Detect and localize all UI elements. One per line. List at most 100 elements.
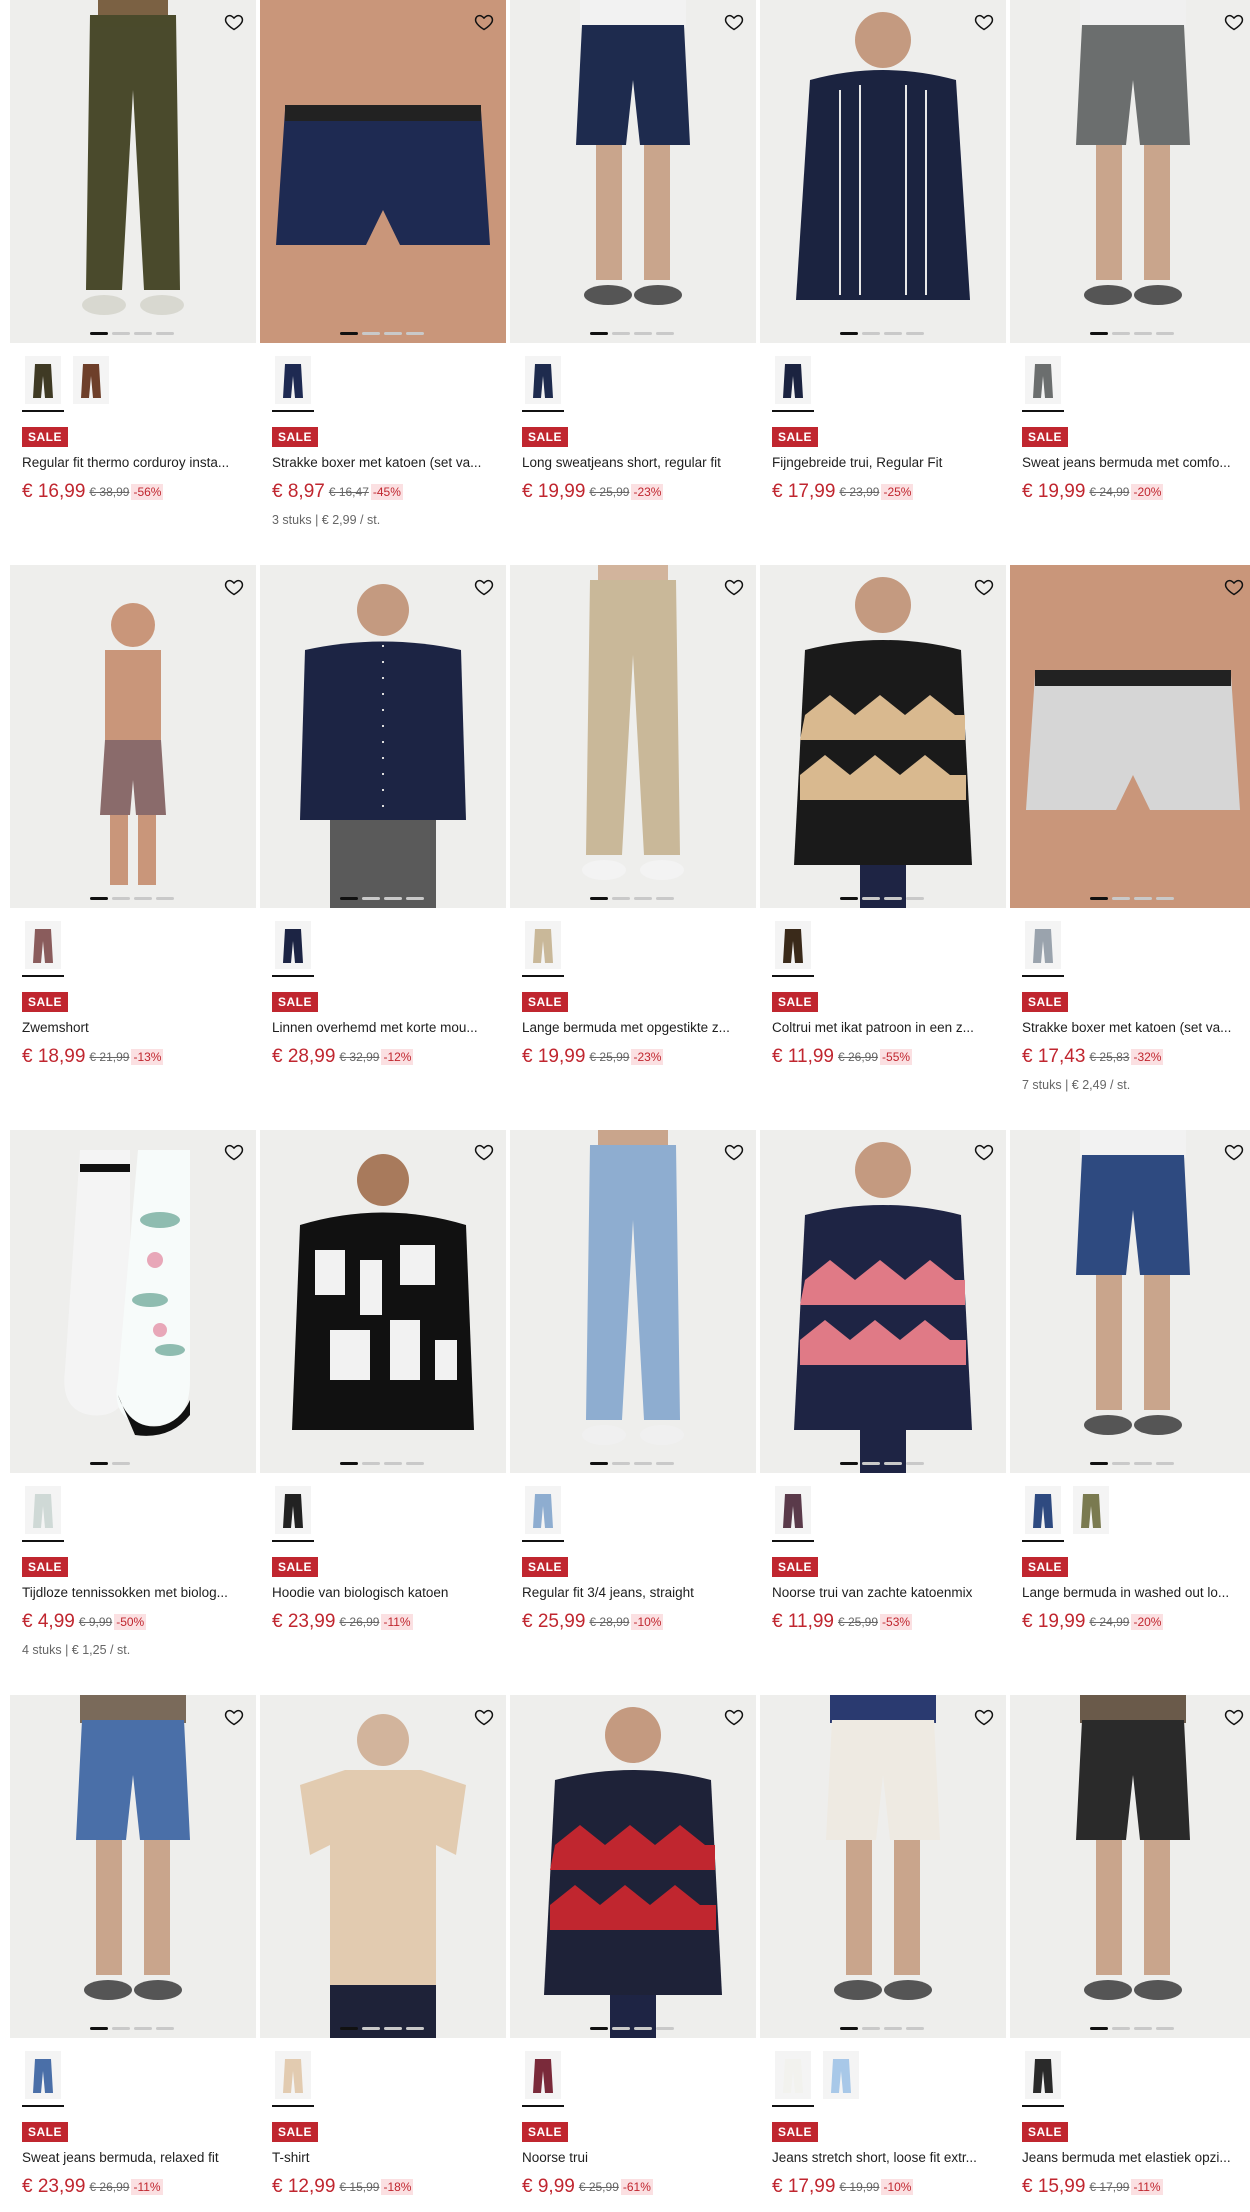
product-image[interactable] [10, 0, 256, 343]
carousel-dot[interactable] [406, 1462, 424, 1465]
image-carousel-indicator[interactable] [840, 2027, 930, 2031]
wishlist-heart-icon[interactable] [724, 12, 744, 32]
image-carousel-indicator[interactable] [340, 897, 430, 901]
color-swatch[interactable] [522, 2051, 564, 2107]
product-title[interactable]: Linnen overhemd met korte mou... [272, 1019, 498, 1037]
product-image[interactable] [510, 565, 756, 908]
wishlist-heart-icon[interactable] [1224, 12, 1244, 32]
wishlist-heart-icon[interactable] [974, 577, 994, 597]
product-title[interactable]: Strakke boxer met katoen (set va... [1022, 1019, 1248, 1037]
carousel-dot[interactable] [840, 1462, 858, 1465]
product-title[interactable]: Zwemshort [22, 1019, 248, 1037]
image-carousel-indicator[interactable] [90, 1462, 180, 1466]
product-card[interactable]: SALE Sweat jeans bermuda met comfo... € 19… [1010, 0, 1250, 565]
product-title[interactable]: Sweat jeans bermuda met comfo... [1022, 454, 1248, 472]
product-title[interactable]: Regular fit 3/4 jeans, straight [522, 1584, 748, 1602]
carousel-dot[interactable] [1156, 332, 1174, 335]
carousel-dot[interactable] [590, 1462, 608, 1465]
wishlist-heart-icon[interactable] [1224, 1707, 1244, 1727]
product-title[interactable]: Regular fit thermo corduroy insta... [22, 454, 248, 472]
image-carousel-indicator[interactable] [1090, 1462, 1180, 1466]
carousel-dot[interactable] [1134, 897, 1152, 900]
color-swatch[interactable] [272, 2051, 314, 2107]
carousel-dot[interactable] [156, 332, 174, 335]
carousel-dot[interactable] [840, 897, 858, 900]
product-title[interactable]: Long sweatjeans short, regular fit [522, 454, 748, 472]
color-swatch[interactable] [272, 356, 314, 412]
product-image[interactable] [1010, 1130, 1250, 1473]
product-image[interactable] [510, 0, 756, 343]
product-card[interactable]: SALE Strakke boxer met katoen (set va... €… [260, 0, 506, 565]
product-title[interactable]: Jeans bermuda met elastiek opzi... [1022, 2149, 1248, 2167]
color-swatch[interactable] [22, 356, 64, 412]
product-image[interactable] [260, 0, 506, 343]
carousel-dot[interactable] [1090, 332, 1108, 335]
product-card[interactable]: SALE Jeans bermuda met elastiek opzi... € … [1010, 1695, 1250, 2212]
product-title[interactable]: Lange bermuda met opgestikte z... [522, 1019, 748, 1037]
image-carousel-indicator[interactable] [590, 1462, 680, 1466]
carousel-dot[interactable] [1090, 1462, 1108, 1465]
carousel-dot[interactable] [656, 2027, 674, 2030]
wishlist-heart-icon[interactable] [974, 1707, 994, 1727]
carousel-dot[interactable] [1156, 897, 1174, 900]
carousel-dot[interactable] [90, 1462, 108, 1465]
product-image[interactable] [510, 1130, 756, 1473]
carousel-dot[interactable] [656, 897, 674, 900]
color-swatch[interactable] [1022, 2051, 1064, 2107]
wishlist-heart-icon[interactable] [474, 1707, 494, 1727]
carousel-dot[interactable] [1134, 332, 1152, 335]
product-image[interactable] [10, 1695, 256, 2038]
product-title[interactable]: Sweat jeans bermuda, relaxed fit [22, 2149, 248, 2167]
carousel-dot[interactable] [906, 2027, 924, 2030]
carousel-dot[interactable] [590, 897, 608, 900]
product-title[interactable]: T-shirt [272, 2149, 498, 2167]
carousel-dot[interactable] [134, 897, 152, 900]
color-swatch[interactable] [22, 1486, 64, 1542]
color-swatch[interactable] [772, 356, 814, 412]
carousel-dot[interactable] [340, 897, 358, 900]
wishlist-heart-icon[interactable] [724, 1142, 744, 1162]
color-swatch[interactable] [522, 356, 564, 412]
color-swatch[interactable] [22, 2051, 64, 2107]
color-swatch[interactable] [272, 921, 314, 977]
image-carousel-indicator[interactable] [840, 897, 930, 901]
wishlist-heart-icon[interactable] [224, 12, 244, 32]
carousel-dot[interactable] [612, 2027, 630, 2030]
color-swatch[interactable] [522, 1486, 564, 1542]
product-title[interactable]: Hoodie van biologisch katoen [272, 1584, 498, 1602]
carousel-dot[interactable] [112, 332, 130, 335]
carousel-dot[interactable] [384, 1462, 402, 1465]
carousel-dot[interactable] [1134, 2027, 1152, 2030]
image-carousel-indicator[interactable] [840, 1462, 930, 1466]
carousel-dot[interactable] [590, 332, 608, 335]
image-carousel-indicator[interactable] [1090, 2027, 1180, 2031]
image-carousel-indicator[interactable] [340, 1462, 430, 1466]
carousel-dot[interactable] [906, 1462, 924, 1465]
carousel-dot[interactable] [112, 897, 130, 900]
carousel-dot[interactable] [884, 2027, 902, 2030]
product-card[interactable]: SALE Lange bermuda met opgestikte z... € 1… [510, 565, 756, 1130]
image-carousel-indicator[interactable] [90, 897, 180, 901]
color-swatch[interactable] [522, 921, 564, 977]
product-title[interactable]: Noorse trui van zachte katoenmix [772, 1584, 998, 1602]
product-image[interactable] [10, 565, 256, 908]
product-card[interactable]: SALE Fijngebreide trui, Regular Fit € 17,9… [760, 0, 1006, 565]
product-card[interactable]: SALE Linnen overhemd met korte mou... € 28… [260, 565, 506, 1130]
carousel-dot[interactable] [634, 897, 652, 900]
product-card[interactable]: SALE Jeans stretch short, loose fit extr.… [760, 1695, 1006, 2212]
product-image[interactable] [1010, 0, 1250, 343]
wishlist-heart-icon[interactable] [974, 1142, 994, 1162]
image-carousel-indicator[interactable] [590, 2027, 680, 2031]
carousel-dot[interactable] [884, 1462, 902, 1465]
wishlist-heart-icon[interactable] [724, 577, 744, 597]
carousel-dot[interactable] [362, 1462, 380, 1465]
product-card[interactable]: SALE Noorse trui van zachte katoenmix € 11… [760, 1130, 1006, 1695]
carousel-dot[interactable] [656, 332, 674, 335]
carousel-dot[interactable] [862, 332, 880, 335]
carousel-dot[interactable] [634, 332, 652, 335]
carousel-dot[interactable] [612, 897, 630, 900]
color-swatch[interactable] [1022, 356, 1064, 412]
carousel-dot[interactable] [612, 332, 630, 335]
carousel-dot[interactable] [406, 2027, 424, 2030]
carousel-dot[interactable] [1090, 2027, 1108, 2030]
